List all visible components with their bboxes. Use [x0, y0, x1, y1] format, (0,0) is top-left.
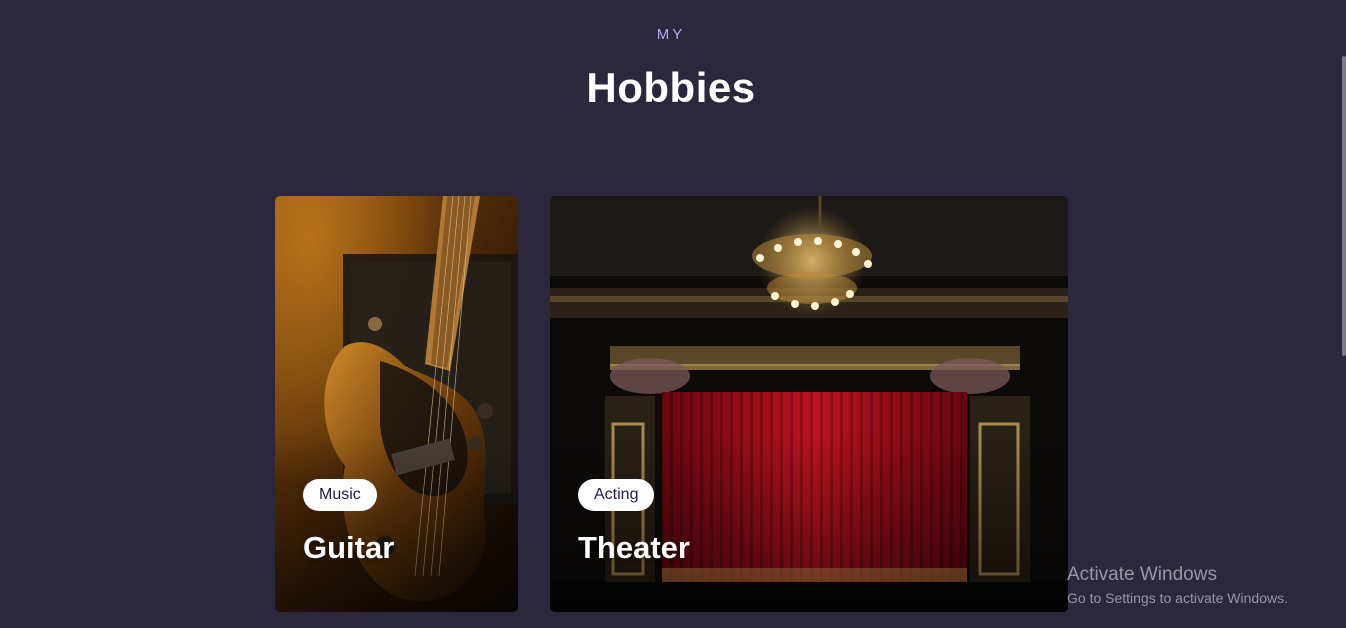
card-title-guitar: Guitar: [303, 530, 395, 565]
activate-windows-watermark: Activate Windows Go to Settings to activ…: [1067, 564, 1288, 609]
page-scrollbar[interactable]: [1342, 0, 1346, 628]
category-tag-music[interactable]: Music: [303, 479, 377, 511]
category-tag-acting[interactable]: Acting: [578, 479, 655, 511]
scrollbar-thumb[interactable]: [1342, 56, 1346, 356]
hobby-card-theater[interactable]: Acting Theater: [550, 196, 1068, 612]
card-title-theater: Theater: [578, 530, 690, 565]
hobbies-page: MY Hobbies Music Guitar Acting Theater A…: [0, 0, 1346, 628]
hobby-card-guitar[interactable]: Music Guitar: [275, 196, 518, 612]
section-eyebrow: MY: [656, 26, 686, 43]
watermark-title: Activate Windows: [1067, 564, 1217, 585]
section-title: Hobbies: [586, 64, 756, 111]
watermark-subtitle: Go to Settings to activate Windows.: [1067, 590, 1288, 606]
